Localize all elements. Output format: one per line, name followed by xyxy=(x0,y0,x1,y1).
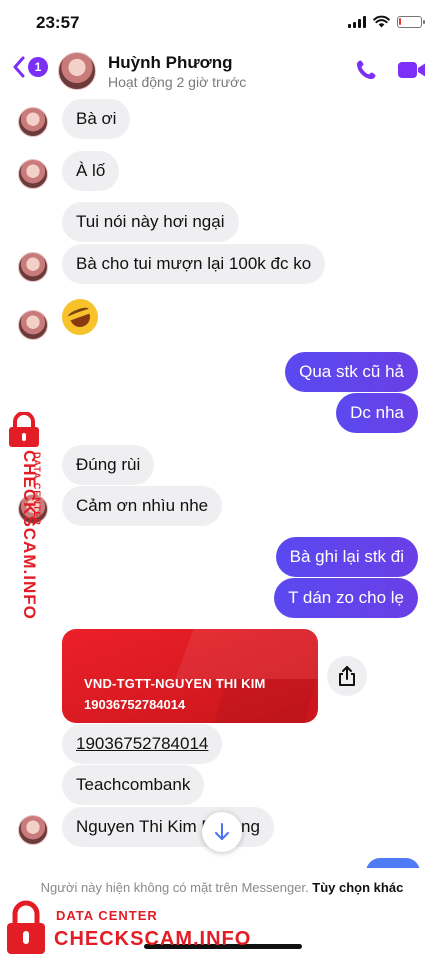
watermark-label-text: DATA CENTER xyxy=(32,452,42,526)
signal-icon xyxy=(348,15,366,28)
contact-avatar-small xyxy=(18,252,48,282)
contact-name[interactable]: Huỳnh Phương xyxy=(108,53,233,73)
message-incoming[interactable]: Nguyen Thi Kim Phuong xyxy=(62,807,274,847)
message-outgoing[interactable]: Qua stk cũ hả xyxy=(285,352,418,392)
contact-avatar[interactable] xyxy=(58,52,96,90)
message-incoming[interactable]: Cảm ơn nhìu nhe xyxy=(62,486,223,526)
bank-card-image[interactable]: VND-TGTT-NGUYEN THI KIM 19036752784014 xyxy=(62,629,318,723)
battery-level xyxy=(399,17,401,25)
watermark-site-text: CHECKSCAM.INFO xyxy=(54,928,252,950)
contact-avatar-small xyxy=(18,310,48,340)
chat-header: 1 Huỳnh Phương Hoạt động 2 giờ trước xyxy=(0,46,444,96)
lock-icon xyxy=(7,900,45,954)
share-button[interactable] xyxy=(327,656,367,696)
card-account-name: VND-TGTT-NGUYEN THI KIM xyxy=(84,676,266,691)
status-bar: 23:57 xyxy=(0,0,444,46)
contact-avatar-small xyxy=(18,815,48,845)
arrow-down-icon xyxy=(215,823,229,840)
status-time: 23:57 xyxy=(36,13,80,32)
message-incoming[interactable]: Tui nói này hơi ngại xyxy=(62,202,239,242)
lock-icon xyxy=(9,412,39,447)
scroll-to-bottom-button[interactable] xyxy=(202,812,242,852)
contact-avatar-small xyxy=(18,107,48,137)
unread-badge: 1 xyxy=(28,57,48,77)
status-icons xyxy=(348,15,425,28)
message-incoming[interactable]: Đúng rùi xyxy=(62,445,155,485)
share-icon xyxy=(339,666,355,686)
card-account-number: 19036752784014 xyxy=(84,697,186,712)
contact-status: Hoạt động 2 giờ trước xyxy=(108,74,247,90)
message-incoming[interactable]: Bà ơi xyxy=(62,99,131,139)
back-button[interactable]: 1 xyxy=(12,56,48,78)
message-incoming[interactable]: À lố xyxy=(62,151,120,191)
message-outgoing[interactable]: Bà ghi lại stk đi xyxy=(275,537,418,577)
message-incoming[interactable]: Teachcombank xyxy=(62,765,205,805)
message-incoming[interactable]: 19036752784014 xyxy=(62,724,223,764)
video-call-icon[interactable] xyxy=(397,60,427,80)
message-outgoing[interactable]: T dán zo cho lẹ xyxy=(274,578,418,618)
watermark-vertical: CHECKSCAM.INFO DATA CENTER xyxy=(2,408,48,638)
card-decoration xyxy=(175,629,318,679)
rolling-on-floor-laughing-icon[interactable] xyxy=(56,293,104,341)
watermark-label-text: DATA CENTER xyxy=(56,908,158,923)
wifi-icon xyxy=(373,15,390,28)
watermark-horizontal: DATA CENTER CHECKSCAM.INFO xyxy=(4,898,274,958)
more-options-link[interactable]: Tùy chọn khác xyxy=(312,880,403,895)
battery-icon xyxy=(397,15,425,28)
message-outgoing[interactable]: Dc nha xyxy=(336,393,418,433)
unavailable-notice: Người này hiện không có mặt trên Messeng… xyxy=(20,878,424,897)
contact-avatar-small xyxy=(18,159,48,189)
chevron-left-icon xyxy=(13,56,25,78)
message-incoming[interactable]: Bà cho tui mượn lại 100k đc ko xyxy=(62,244,326,284)
phone-call-icon[interactable] xyxy=(354,58,378,82)
unavailable-notice-text: Người này hiện không có mặt trên Messeng… xyxy=(40,880,309,895)
